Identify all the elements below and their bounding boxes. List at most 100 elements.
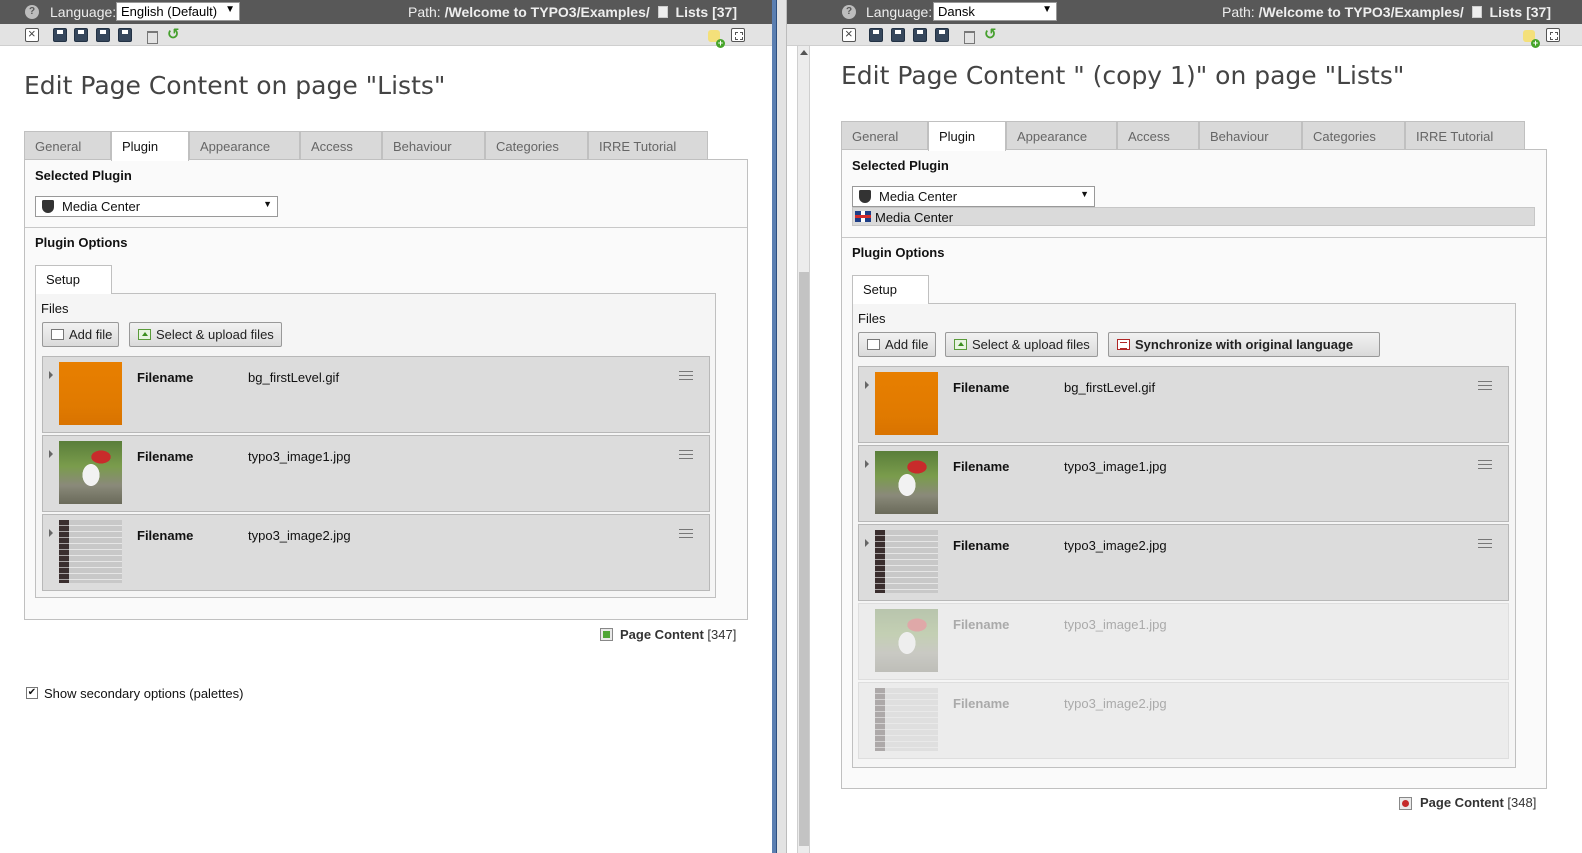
- tab-general[interactable]: General: [24, 131, 111, 160]
- chevron-down-icon: ▼: [263, 199, 272, 209]
- add-file-label: Add file: [885, 337, 929, 352]
- page-ref[interactable]: Lists [37]: [1490, 4, 1551, 20]
- drag-handle-icon[interactable]: [1478, 460, 1492, 469]
- selected-plugin-heading: Selected Plugin: [852, 158, 949, 173]
- file-row[interactable]: Filename typo3_image1.jpg: [858, 445, 1509, 522]
- upload-icon: [138, 329, 151, 340]
- save-view-icon[interactable]: [74, 28, 88, 42]
- drag-handle-icon[interactable]: [679, 450, 693, 459]
- scrollbar-thumb[interactable]: [799, 272, 809, 846]
- file-thumbnail: [59, 441, 122, 504]
- file-row[interactable]: Filename typo3_image1.jpg: [42, 435, 710, 512]
- expand-icon[interactable]: [49, 450, 53, 458]
- close-icon[interactable]: [25, 26, 39, 42]
- save-icon[interactable]: [53, 28, 67, 42]
- expand-icon[interactable]: [865, 460, 869, 468]
- page-content-icon: [1399, 797, 1412, 810]
- add-file-button[interactable]: Add file: [858, 332, 936, 357]
- chevron-down-icon: ▼: [1042, 4, 1052, 15]
- tab-irre-tutorial[interactable]: IRRE Tutorial: [1405, 121, 1525, 150]
- file-thumbnail: [875, 451, 938, 514]
- language-select[interactable]: Dansk ▼: [933, 2, 1057, 21]
- undo-icon[interactable]: ↺: [984, 25, 998, 43]
- help-icon[interactable]: ?: [842, 5, 856, 19]
- file-row[interactable]: Filename bg_firstLevel.gif: [858, 366, 1509, 443]
- filename-label: Filename: [137, 449, 194, 464]
- page-ref[interactable]: Lists [37]: [676, 4, 737, 20]
- secondary-options-label[interactable]: Show secondary options (palettes): [44, 686, 243, 701]
- synchronize-label: Synchronize with original language: [1135, 337, 1354, 352]
- top-bar: ? Language: Dansk ▼ Path: /Welcome to TY…: [787, 0, 1582, 24]
- tab-behaviour[interactable]: Behaviour: [382, 131, 485, 160]
- fullscreen-icon[interactable]: [1546, 28, 1560, 42]
- tab-categories[interactable]: Categories: [485, 131, 588, 160]
- delete-icon[interactable]: [145, 28, 159, 44]
- select-upload-button[interactable]: Select & upload files: [945, 332, 1098, 357]
- file-row[interactable]: Filename bg_firstLevel.gif: [42, 356, 710, 433]
- file-row[interactable]: Filename typo3_image2.jpg: [42, 514, 710, 591]
- language-select[interactable]: English (Default) ▼: [116, 2, 240, 21]
- tab-behaviour[interactable]: Behaviour: [1199, 121, 1302, 150]
- save-new-icon[interactable]: [935, 28, 949, 42]
- filename-value: typo3_image2.jpg: [1064, 538, 1167, 553]
- tab-general[interactable]: General: [841, 121, 928, 150]
- file-row[interactable]: Filename typo3_image2.jpg: [858, 524, 1509, 601]
- scroll-up-icon[interactable]: [800, 50, 808, 55]
- expand-icon[interactable]: [865, 539, 869, 547]
- path-value[interactable]: /Welcome to TYPO3/Examples/: [445, 4, 650, 20]
- default-language-value: Media Center: [852, 207, 1535, 226]
- upload-icon: [954, 339, 967, 350]
- tab-plugin[interactable]: Plugin: [111, 131, 189, 161]
- record-reference[interactable]: Page Content [347]: [620, 627, 736, 642]
- drag-handle-icon[interactable]: [1478, 539, 1492, 548]
- tab-access[interactable]: Access: [1117, 121, 1199, 150]
- top-bar: ? Language: English (Default) ▼ Path: /W…: [0, 0, 772, 24]
- file-thumbnail: [875, 609, 938, 672]
- expand-icon[interactable]: [865, 381, 869, 389]
- close-icon[interactable]: [842, 26, 856, 42]
- right-scrollbar[interactable]: [797, 46, 810, 853]
- record-type: Page Content: [1420, 795, 1504, 810]
- tab-appearance[interactable]: Appearance: [1006, 121, 1117, 150]
- record-reference[interactable]: Page Content [348]: [1420, 795, 1536, 810]
- filename-value: bg_firstLevel.gif: [248, 370, 340, 385]
- tab-setup[interactable]: Setup: [852, 275, 929, 304]
- tab-appearance[interactable]: Appearance: [189, 131, 300, 160]
- save-icon[interactable]: [869, 28, 883, 42]
- filename-label: Filename: [953, 617, 1010, 632]
- tab-plugin[interactable]: Plugin: [928, 121, 1006, 151]
- add-file-button[interactable]: Add file: [42, 322, 119, 347]
- left-scrollbar[interactable]: [777, 0, 787, 853]
- tab-setup[interactable]: Setup: [35, 265, 112, 294]
- delete-icon[interactable]: [962, 28, 976, 44]
- filename-value: typo3_image1.jpg: [1064, 617, 1167, 632]
- new-record-icon[interactable]: [708, 30, 725, 48]
- tab-bar: General Plugin Appearance Access Behavio…: [841, 121, 1553, 151]
- folder-icon: [51, 329, 64, 340]
- synchronize-button[interactable]: Synchronize with original language: [1108, 332, 1380, 357]
- expand-icon[interactable]: [49, 529, 53, 537]
- plugin-select[interactable]: Media Center ▼: [35, 196, 278, 217]
- files-label: Files: [41, 301, 69, 316]
- drag-handle-icon[interactable]: [679, 371, 693, 380]
- plugin-select[interactable]: Media Center ▼: [852, 186, 1095, 207]
- select-upload-button[interactable]: Select & upload files: [129, 322, 282, 347]
- save-new-icon[interactable]: [118, 28, 132, 42]
- drag-handle-icon[interactable]: [1478, 381, 1492, 390]
- tab-irre-tutorial[interactable]: IRRE Tutorial: [588, 131, 708, 160]
- expand-icon[interactable]: [49, 371, 53, 379]
- save-close-icon[interactable]: [913, 28, 927, 42]
- drag-handle-icon[interactable]: [679, 529, 693, 538]
- save-view-icon[interactable]: [891, 28, 905, 42]
- tab-categories[interactable]: Categories: [1302, 121, 1405, 150]
- save-close-icon[interactable]: [96, 28, 110, 42]
- secondary-options-checkbox[interactable]: ✔: [26, 687, 38, 699]
- tab-access[interactable]: Access: [300, 131, 382, 160]
- undo-icon[interactable]: ↺: [167, 25, 181, 43]
- new-record-icon[interactable]: [1523, 30, 1540, 48]
- help-icon[interactable]: ?: [25, 5, 39, 19]
- filename-value: typo3_image2.jpg: [1064, 696, 1167, 711]
- divider: [25, 227, 747, 228]
- path-value[interactable]: /Welcome to TYPO3/Examples/: [1259, 4, 1464, 20]
- fullscreen-icon[interactable]: [731, 28, 745, 42]
